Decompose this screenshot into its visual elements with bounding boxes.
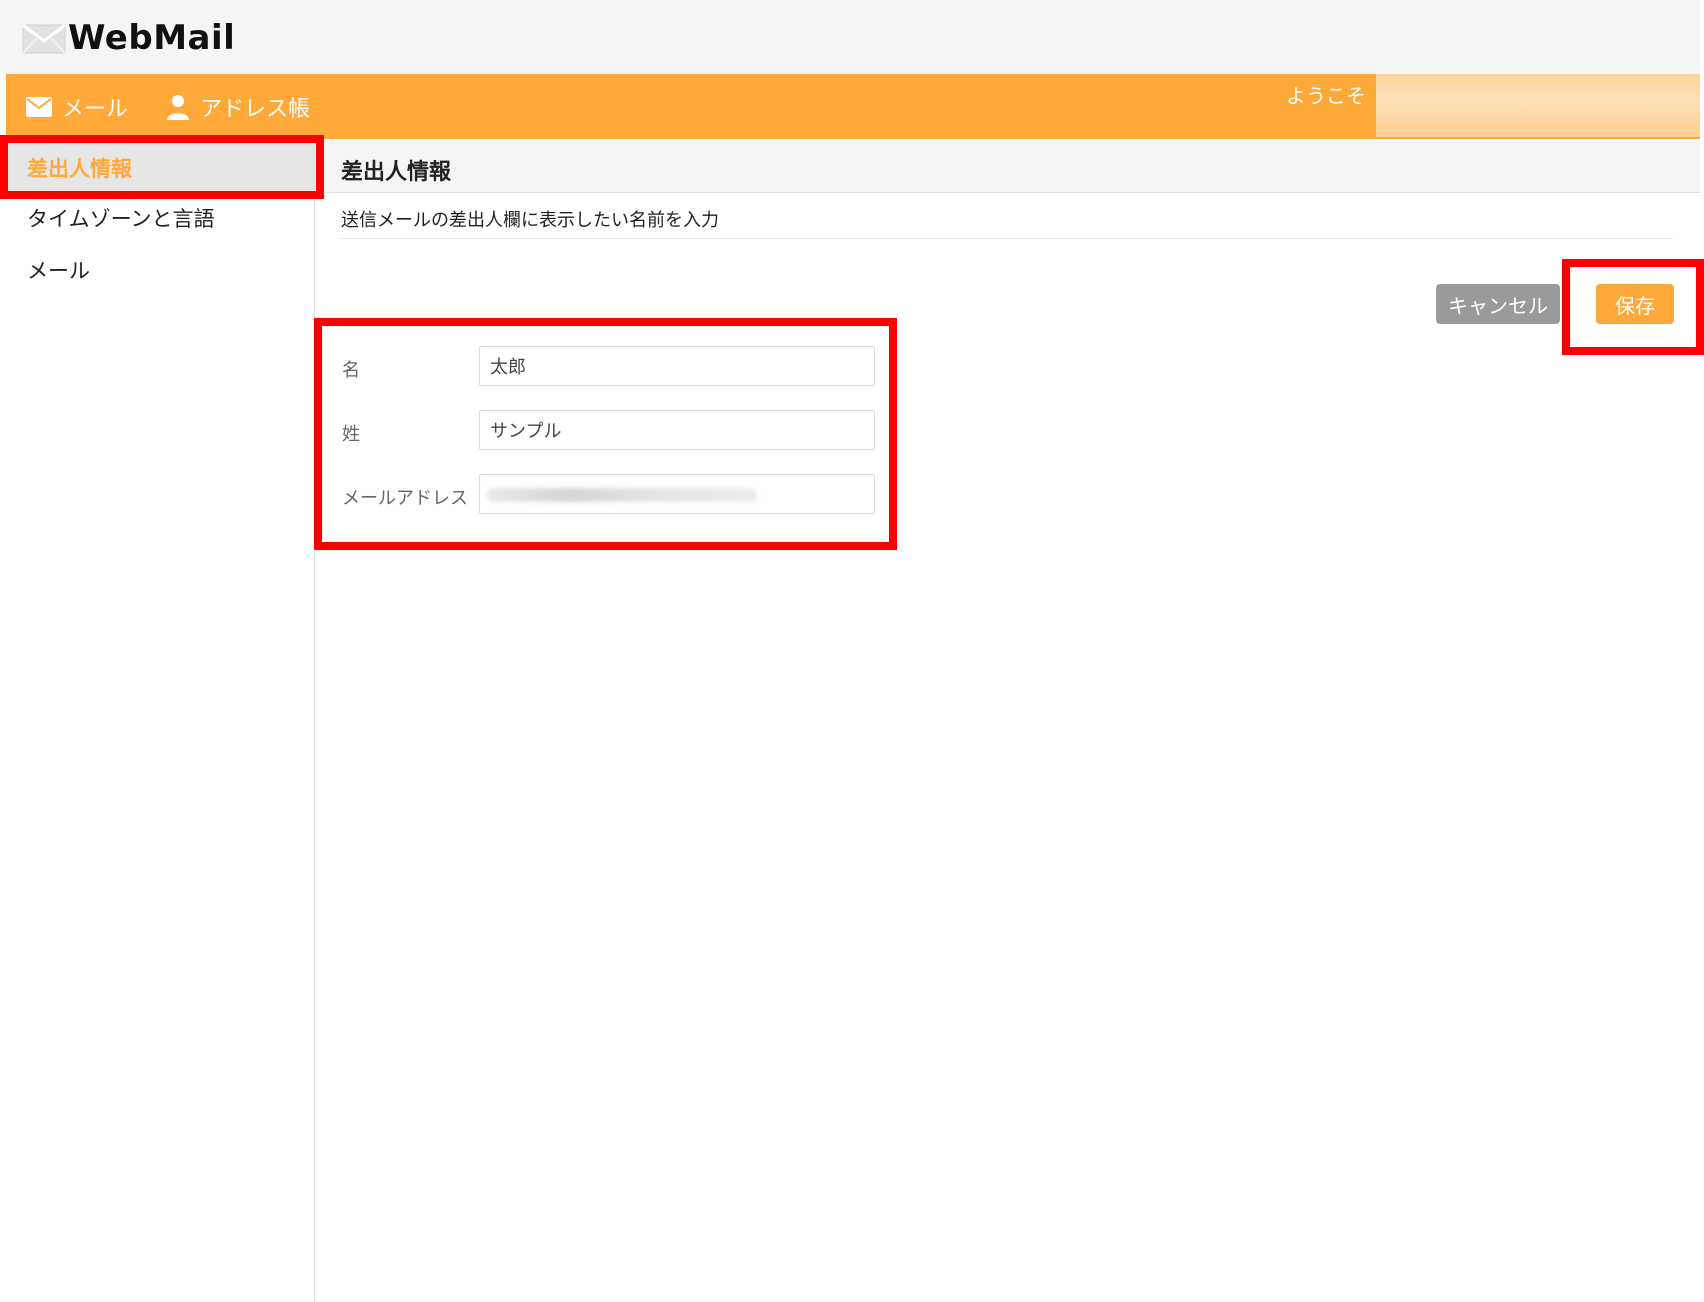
page-description: 送信メールの差出人欄に表示したい名前を入力	[341, 210, 719, 231]
nav-mail-link[interactable]: メール	[26, 92, 128, 122]
app-logo: WebMail	[68, 18, 236, 58]
main-header: 差出人情報	[315, 140, 1700, 193]
last-name-field[interactable]	[479, 410, 875, 450]
person-icon	[167, 95, 189, 120]
sidebar-item-timezone-language[interactable]: タイムゾーンと言語	[0, 193, 314, 243]
logo-bar: WebMail	[0, 0, 1700, 74]
nav-mail-label: メール	[62, 97, 129, 122]
envelope-logo-icon	[22, 24, 66, 54]
first-name-field[interactable]	[479, 346, 875, 386]
sidebar-item-mail[interactable]: メール	[0, 245, 314, 295]
page-title: 差出人情報	[341, 160, 452, 185]
sidebar-item-label: タイムゾーンと言語	[27, 207, 215, 231]
divider	[341, 238, 1673, 239]
mail-icon	[26, 97, 52, 117]
save-button[interactable]: 保存	[1596, 284, 1674, 324]
welcome-text: ようこそ	[1286, 84, 1366, 108]
username-redacted	[1376, 74, 1700, 137]
top-nav-bar: メール アドレス帳 ようこそ	[6, 74, 1700, 139]
cancel-button[interactable]: キャンセル	[1436, 284, 1560, 324]
email-label: メールアドレス	[342, 488, 468, 509]
last-name-label: 姓	[342, 424, 360, 445]
nav-address-book-link[interactable]: アドレス帳	[166, 92, 310, 122]
nav-address-book-label: アドレス帳	[200, 97, 311, 122]
email-value-redacted	[487, 488, 757, 502]
sidebar-item-label: 差出人情報	[27, 157, 132, 181]
settings-sidebar: 差出人情報 タイムゾーンと言語 メール	[0, 139, 315, 1302]
first-name-label: 名	[342, 360, 360, 381]
sidebar-item-sender-info[interactable]: 差出人情報	[0, 143, 314, 193]
sidebar-item-label: メール	[27, 259, 90, 283]
